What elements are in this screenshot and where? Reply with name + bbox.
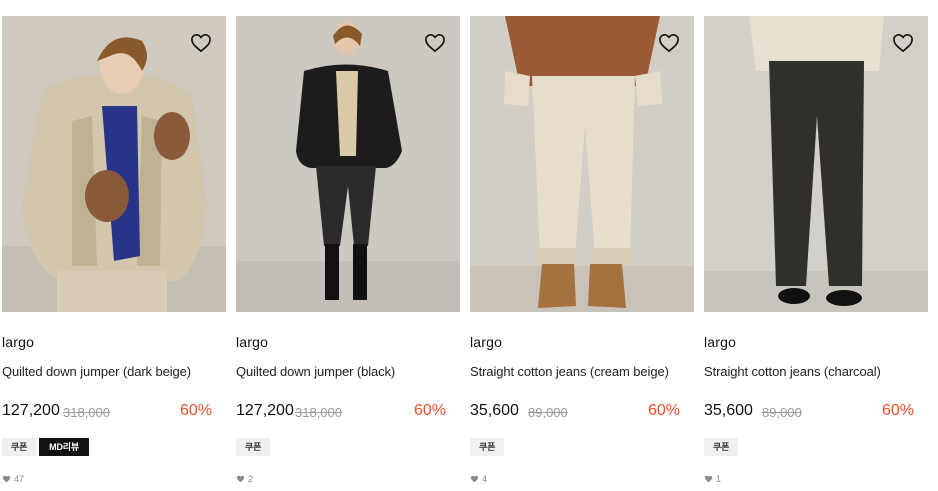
badge-list: 쿠폰: [236, 438, 271, 456]
product-image[interactable]: [2, 16, 226, 312]
original-price: 318,000: [63, 405, 110, 420]
wishlist-button[interactable]: [422, 30, 448, 56]
heart-outline-icon: [659, 33, 679, 53]
brand-name[interactable]: largo: [2, 334, 34, 350]
like-count-value: 4: [482, 474, 488, 484]
like-count-value: 47: [14, 474, 25, 484]
original-price: 89,000: [528, 405, 568, 420]
heart-filled-icon: [236, 475, 245, 483]
brand-name[interactable]: largo: [470, 334, 502, 350]
discount-rate: 60%: [881, 402, 914, 419]
discount-rate: 60%: [179, 402, 212, 419]
product-title[interactable]: Quilted down jumper (dark beige): [2, 364, 226, 379]
product-image[interactable]: [470, 16, 694, 312]
heart-outline-icon: [425, 33, 445, 53]
brand-name[interactable]: largo: [236, 334, 268, 350]
heart-filled-icon: [704, 475, 713, 483]
price-row: 127,200 318,000 60%: [2, 402, 212, 422]
wishlist-button[interactable]: [188, 30, 214, 56]
coupon-badge: 쿠폰: [2, 438, 37, 456]
product-grid: largo Quilted down jumper (dark beige) 1…: [0, 0, 938, 491]
wishlist-button[interactable]: [890, 30, 916, 56]
product-title[interactable]: Quilted down jumper (black): [236, 364, 460, 379]
product-card[interactable]: largo Quilted down jumper (dark beige) 1…: [2, 16, 226, 491]
wishlist-button[interactable]: [656, 30, 682, 56]
price-row: 127,200 318,000 60%: [236, 402, 446, 422]
product-title[interactable]: Straight cotton jeans (charcoal): [704, 364, 928, 379]
like-count-value: 2: [248, 474, 254, 484]
heart-filled-icon: [2, 475, 11, 483]
coupon-badge: 쿠폰: [704, 438, 739, 456]
product-card[interactable]: largo Straight cotton jeans (charcoal) 3…: [704, 16, 928, 491]
price-row: 35,600 89,000 60%: [470, 402, 680, 422]
badge-list: 쿠폰: [704, 438, 739, 456]
like-count: 47: [2, 474, 24, 484]
heart-filled-icon: [470, 475, 479, 483]
badge-list: 쿠폰: [470, 438, 505, 456]
product-card[interactable]: largo Straight cotton jeans (cream beige…: [470, 16, 694, 491]
brand-name[interactable]: largo: [704, 334, 736, 350]
product-image[interactable]: [704, 16, 928, 312]
product-card[interactable]: largo Quilted down jumper (black) 127,20…: [236, 16, 460, 491]
like-count: 2: [236, 474, 253, 484]
md-review-badge: MD리뷰: [39, 438, 89, 456]
sale-price: 35,600: [704, 402, 753, 419]
heart-outline-icon: [893, 33, 913, 53]
product-title[interactable]: Straight cotton jeans (cream beige): [470, 364, 694, 379]
sale-price: 35,600: [470, 402, 519, 419]
original-price: 318,000: [295, 405, 342, 420]
like-count-value: 1: [716, 474, 722, 484]
badge-list: 쿠폰 MD리뷰: [2, 438, 89, 456]
original-price: 89,000: [762, 405, 802, 420]
sale-price: 127,200: [2, 402, 60, 419]
price-row: 35,600 89,000 60%: [704, 402, 914, 422]
coupon-badge: 쿠폰: [236, 438, 271, 456]
coupon-badge: 쿠폰: [470, 438, 505, 456]
like-count: 1: [704, 474, 721, 484]
heart-outline-icon: [191, 33, 211, 53]
sale-price: 127,200: [236, 402, 294, 419]
like-count: 4: [470, 474, 487, 484]
discount-rate: 60%: [413, 402, 446, 419]
product-image[interactable]: [236, 16, 460, 312]
discount-rate: 60%: [647, 402, 680, 419]
